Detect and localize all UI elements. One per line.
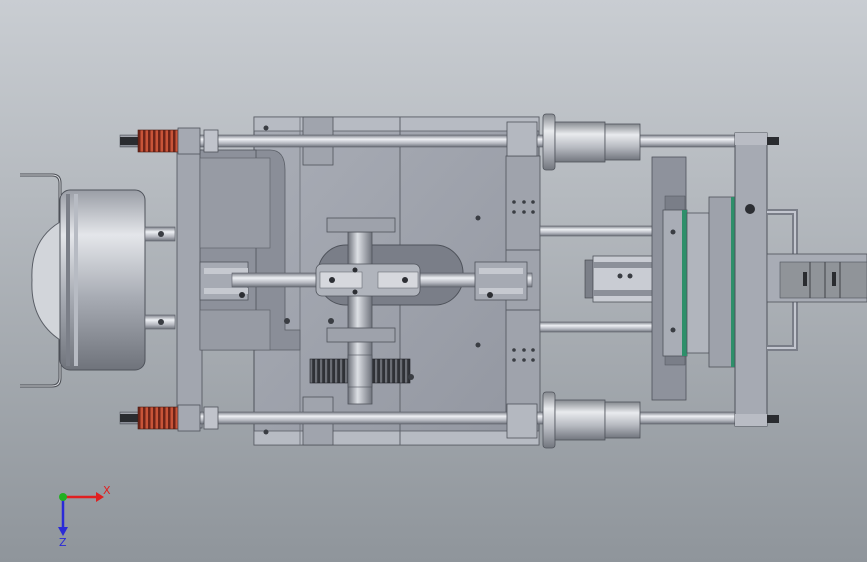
gear-lower-collar[interactable] (326, 327, 396, 343)
z-axis-label: Z (59, 536, 67, 549)
gear-mount-hole (408, 374, 414, 380)
upper-column-nut[interactable] (506, 121, 538, 157)
mold-plate-stack[interactable] (686, 196, 736, 368)
crosshead-center[interactable] (315, 263, 421, 297)
gear-upper-collar[interactable] (326, 217, 396, 233)
y-axis-dot (59, 493, 67, 501)
spur-gear[interactable] (309, 354, 411, 388)
inner-guide-rod-upper[interactable] (539, 225, 671, 237)
lower-column-nut[interactable] (506, 403, 538, 439)
linear-slide-unit[interactable] (584, 255, 656, 303)
toggle-link-right[interactable] (474, 261, 528, 301)
movable-platen-front[interactable] (662, 209, 688, 357)
nozzle-assembly[interactable] (766, 253, 867, 303)
motor-shaft-upper[interactable] (144, 226, 176, 242)
lower-rod-nut[interactable] (177, 404, 219, 432)
toggle-pin-left (239, 292, 245, 298)
motor-body[interactable] (59, 189, 146, 371)
motor-shaft-lower[interactable] (144, 314, 176, 330)
upper-rod-nut[interactable] (177, 127, 219, 155)
fixed-platen[interactable] (734, 132, 768, 427)
cad-viewport: X Z (0, 0, 867, 562)
upper-spring[interactable] (137, 129, 179, 153)
toggle-pin-right (487, 292, 493, 298)
inner-guide-rod-lower[interactable] (539, 321, 671, 333)
x-axis-label: X (103, 484, 111, 497)
lower-spring[interactable] (137, 406, 179, 430)
